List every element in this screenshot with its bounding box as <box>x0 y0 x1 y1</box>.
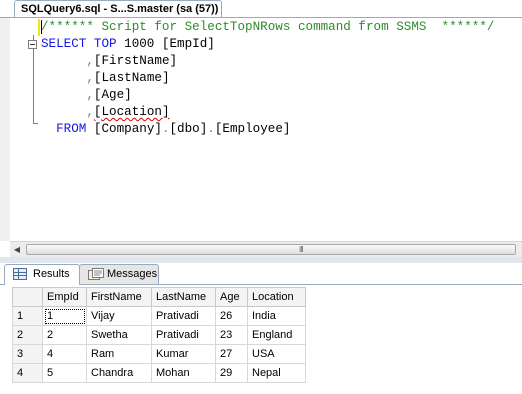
code-line[interactable]: ,[Location] <box>41 104 170 121</box>
tab-messages-label: Messages <box>107 268 158 280</box>
results-grid-icon <box>13 268 27 280</box>
code-token: [Employee] <box>214 122 291 136</box>
code-line[interactable]: ,[FirstName] <box>41 53 177 70</box>
scroll-left-arrow-icon[interactable]: ◀ <box>10 242 24 257</box>
table-cell[interactable]: Chandra <box>86 363 152 383</box>
table-cell[interactable]: 23 <box>215 325 248 345</box>
table-cell[interactable]: India <box>247 306 306 326</box>
code-token: , <box>86 88 94 102</box>
sql-keyword: FROM <box>56 122 87 136</box>
code-token: [Company] <box>86 122 162 136</box>
table-cell[interactable]: Swetha <box>86 325 152 345</box>
table-cell[interactable]: Ram <box>86 344 152 364</box>
table-cell[interactable]: 5 <box>42 363 87 383</box>
code-token: , <box>86 71 94 85</box>
code-line[interactable]: SELECT TOP 1000 [EmpId] <box>41 36 215 53</box>
query-editor[interactable]: /****** Script for SelectTopNRows comman… <box>0 18 522 241</box>
outline-guide-end <box>33 123 38 124</box>
query-document-tab-title: SQLQuery6.sql - S...S.master (sa (57)) <box>21 3 219 15</box>
row-number[interactable]: 3 <box>12 344 43 364</box>
tab-results-label: Results <box>33 268 70 280</box>
results-grid: EmpId FirstName LastName Age Location 1 … <box>12 287 306 383</box>
column-header[interactable]: Location <box>247 287 306 307</box>
editor-horizontal-scrollbar[interactable]: ◀ III <box>10 241 522 257</box>
code-token: [dbo] <box>169 122 208 136</box>
table-cell[interactable]: 2 <box>42 325 87 345</box>
code-line[interactable]: FROM [Company].[dbo].[Employee] <box>41 121 290 138</box>
table-cell[interactable]: England <box>247 325 306 345</box>
row-number[interactable]: 1 <box>12 306 43 326</box>
table-row[interactable]: 2 2 Swetha Prativadi 23 England <box>12 325 306 345</box>
collapse-region-icon[interactable] <box>28 40 37 49</box>
table-cell[interactable]: 4 <box>42 344 87 364</box>
table-cell[interactable]: Prativadi <box>151 306 216 326</box>
row-number[interactable]: 4 <box>12 363 43 383</box>
table-cell[interactable]: Mohan <box>151 363 216 383</box>
selection-margin[interactable] <box>0 18 10 241</box>
table-cell[interactable]: 27 <box>215 344 248 364</box>
table-row[interactable]: 3 4 Ram Kumar 27 USA <box>12 344 306 364</box>
scrollbar-thumb[interactable]: III <box>26 244 516 255</box>
column-header[interactable]: EmpId <box>42 287 87 307</box>
table-cell[interactable]: Prativadi <box>151 325 216 345</box>
table-cell[interactable]: 29 <box>215 363 248 383</box>
table-cell[interactable]: 1 <box>42 306 87 326</box>
code-line[interactable]: ,[Age] <box>41 87 132 104</box>
table-cell[interactable]: Nepal <box>247 363 306 383</box>
code-token: [Age] <box>93 88 132 102</box>
grid-header-row: EmpId FirstName LastName Age Location <box>12 287 306 307</box>
change-tracking-bar <box>38 19 40 36</box>
column-header[interactable]: Age <box>215 287 248 307</box>
row-number-header[interactable] <box>12 287 43 307</box>
sql-keyword: SELECT TOP <box>41 37 117 51</box>
code-token: [Location] <box>93 105 170 119</box>
table-cell[interactable]: USA <box>247 344 306 364</box>
results-pane: Results Messages EmpId FirstName LastNam… <box>0 263 522 394</box>
row-number[interactable]: 2 <box>12 325 43 345</box>
code-line[interactable]: ,[LastName] <box>41 70 170 87</box>
code-token: , <box>86 54 94 68</box>
messages-icon <box>88 268 104 280</box>
table-cell[interactable]: 26 <box>215 306 248 326</box>
tab-messages[interactable]: Messages <box>79 264 159 284</box>
results-tab-strip: Results Messages <box>0 263 522 285</box>
code-token: . <box>161 122 170 136</box>
table-row[interactable]: 4 5 Chandra Mohan 29 Nepal <box>12 363 306 383</box>
code-token: [LastName] <box>93 71 170 85</box>
sql-comment: /****** Script for SelectTopNRows comman… <box>41 20 495 34</box>
code-token: , <box>86 105 94 119</box>
table-cell[interactable]: Vijay <box>86 306 152 326</box>
column-header[interactable]: LastName <box>151 287 216 307</box>
code-token: . <box>207 122 215 136</box>
code-token: [FirstName] <box>93 54 178 68</box>
code-token: 1000 [EmpId] <box>116 37 215 51</box>
scrollbar-grip: III <box>299 245 304 254</box>
table-cell[interactable]: Kumar <box>151 344 216 364</box>
document-tab-strip: SQLQuery6.sql - S...S.master (sa (57)) <box>0 0 522 18</box>
column-header[interactable]: FirstName <box>86 287 152 307</box>
query-document-tab[interactable]: SQLQuery6.sql - S...S.master (sa (57)) <box>14 0 223 18</box>
table-row[interactable]: 1 1 Vijay Prativadi 26 India <box>12 306 306 326</box>
tab-results[interactable]: Results <box>4 264 80 285</box>
code-line[interactable]: /****** Script for SelectTopNRows comman… <box>41 19 494 36</box>
